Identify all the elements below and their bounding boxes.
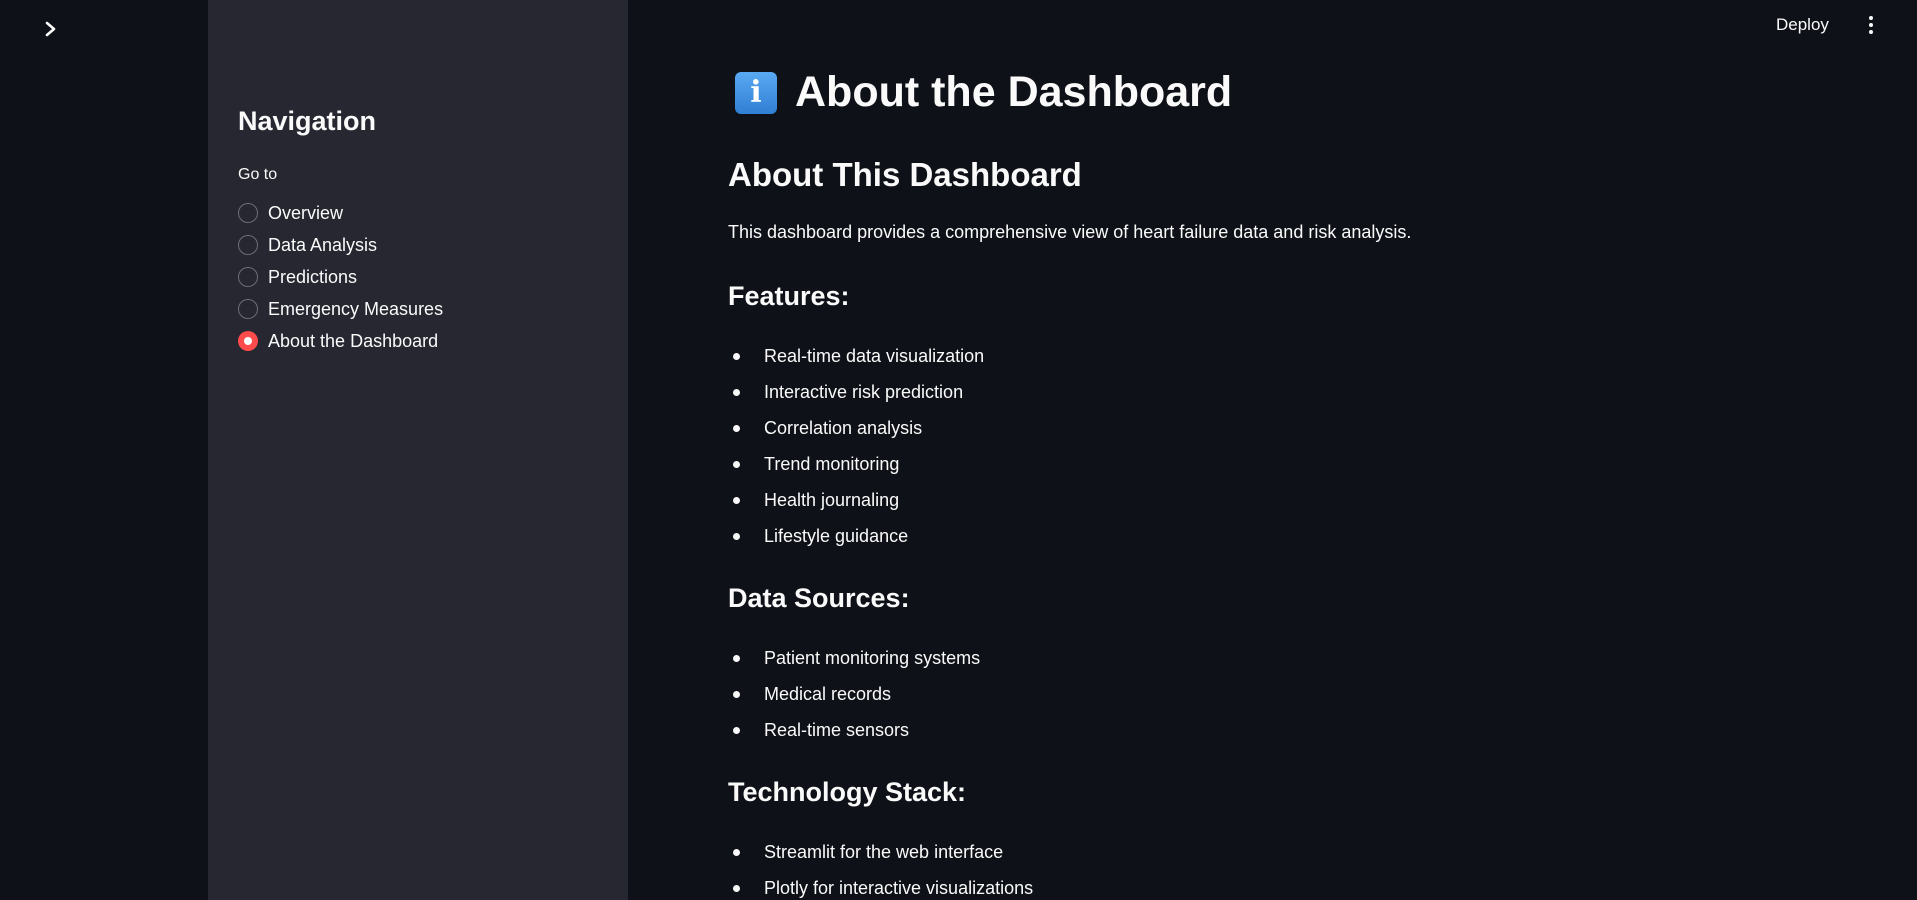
tech-stack-list: Streamlit for the web interface Plotly f…: [728, 834, 1033, 900]
list-item: Streamlit for the web interface: [728, 834, 1033, 870]
radio-option-predictions[interactable]: Predictions: [238, 261, 443, 293]
bullet-dot: [733, 353, 740, 360]
menu-dot: [1869, 23, 1873, 27]
radio-option-data-analysis[interactable]: Data Analysis: [238, 229, 443, 261]
list-item: Interactive risk prediction: [728, 374, 984, 410]
features-heading: Features:: [728, 281, 850, 311]
bullet-dot: [733, 849, 740, 856]
bullet-dot: [733, 885, 740, 892]
list-item: Real-time sensors: [728, 712, 980, 748]
bullet-dot: [733, 655, 740, 662]
list-item: Real-time data visualization: [728, 338, 984, 374]
radio-option-label: Overview: [268, 202, 344, 223]
bullet-dot: [733, 461, 740, 468]
main-content: i About the Dashboard About This Dashboa…: [728, 0, 1828, 900]
app: Navigation Go to Overview Data Analysis …: [0, 0, 1917, 900]
radio-button[interactable]: [238, 235, 258, 255]
bullet-dot: [733, 389, 740, 396]
list-item: Health journaling: [728, 482, 984, 518]
radio-option-overview[interactable]: Overview: [238, 197, 443, 229]
list-item-text: Health journaling: [764, 490, 900, 510]
radio-button[interactable]: [238, 299, 258, 319]
list-item-text: Patient monitoring systems: [764, 648, 981, 668]
list-item-text: Real-time data visualization: [764, 346, 985, 366]
list-item: Lifestyle guidance: [728, 518, 984, 554]
radio-option-label: Predictions: [268, 266, 358, 287]
radio-button-selected[interactable]: [238, 331, 258, 351]
chevron-right-icon: [45, 21, 56, 37]
radio-option-label: About the Dashboard: [268, 330, 439, 351]
info-icon: i: [735, 71, 777, 114]
radio-option-emergency-measures[interactable]: Emergency Measures: [238, 293, 443, 325]
sidebar-toggle-button[interactable]: [38, 16, 64, 42]
features-list: Real-time data visualization Interactive…: [728, 338, 984, 554]
bullet-dot: [733, 691, 740, 698]
list-item: Trend monitoring: [728, 446, 984, 482]
radio-group-label: Go to: [238, 166, 278, 183]
radio-button[interactable]: [238, 203, 258, 223]
sidebar-title: Navigation: [238, 106, 377, 136]
list-item-text: Interactive risk prediction: [764, 382, 964, 402]
page-title: i About the Dashboard: [735, 68, 1232, 117]
intro-text: This dashboard provides a comprehensive …: [728, 222, 1412, 242]
menu-dot: [1869, 30, 1873, 34]
list-item-text: Trend monitoring: [764, 454, 900, 474]
menu-dot: [1869, 16, 1873, 20]
list-item-text: Plotly for interactive visualizations: [764, 878, 1034, 898]
radio-button[interactable]: [238, 267, 258, 287]
bullet-dot: [733, 497, 740, 504]
list-item: Plotly for interactive visualizations: [728, 870, 1033, 900]
list-item-text: Lifestyle guidance: [764, 526, 909, 546]
list-item-text: Correlation analysis: [764, 418, 923, 438]
list-item-text: Real-time sensors: [764, 720, 910, 740]
sidebar-rail: [0, 0, 208, 900]
data-sources-heading: Data Sources:: [728, 583, 910, 613]
page-title-text: About the Dashboard: [795, 68, 1233, 116]
list-item-text: Streamlit for the web interface: [764, 842, 1004, 862]
navigation-radio-group: Overview Data Analysis Predictions Emerg…: [238, 197, 443, 357]
list-item-text: Medical records: [764, 684, 892, 704]
more-vertical-icon[interactable]: [1858, 12, 1884, 38]
radio-option-label: Data Analysis: [268, 234, 378, 255]
tech-stack-heading: Technology Stack:: [728, 777, 967, 807]
list-item: Patient monitoring systems: [728, 640, 980, 676]
bullet-dot: [733, 727, 740, 734]
data-sources-list: Patient monitoring systems Medical recor…: [728, 640, 980, 748]
radio-option-label: Emergency Measures: [268, 298, 444, 319]
about-heading: About This Dashboard: [728, 156, 1082, 193]
list-item: Medical records: [728, 676, 980, 712]
sidebar: Navigation Go to Overview Data Analysis …: [208, 0, 628, 900]
bullet-dot: [733, 425, 740, 432]
radio-option-about-the-dashboard[interactable]: About the Dashboard: [238, 325, 443, 357]
bullet-dot: [733, 533, 740, 540]
list-item: Correlation analysis: [728, 410, 984, 446]
